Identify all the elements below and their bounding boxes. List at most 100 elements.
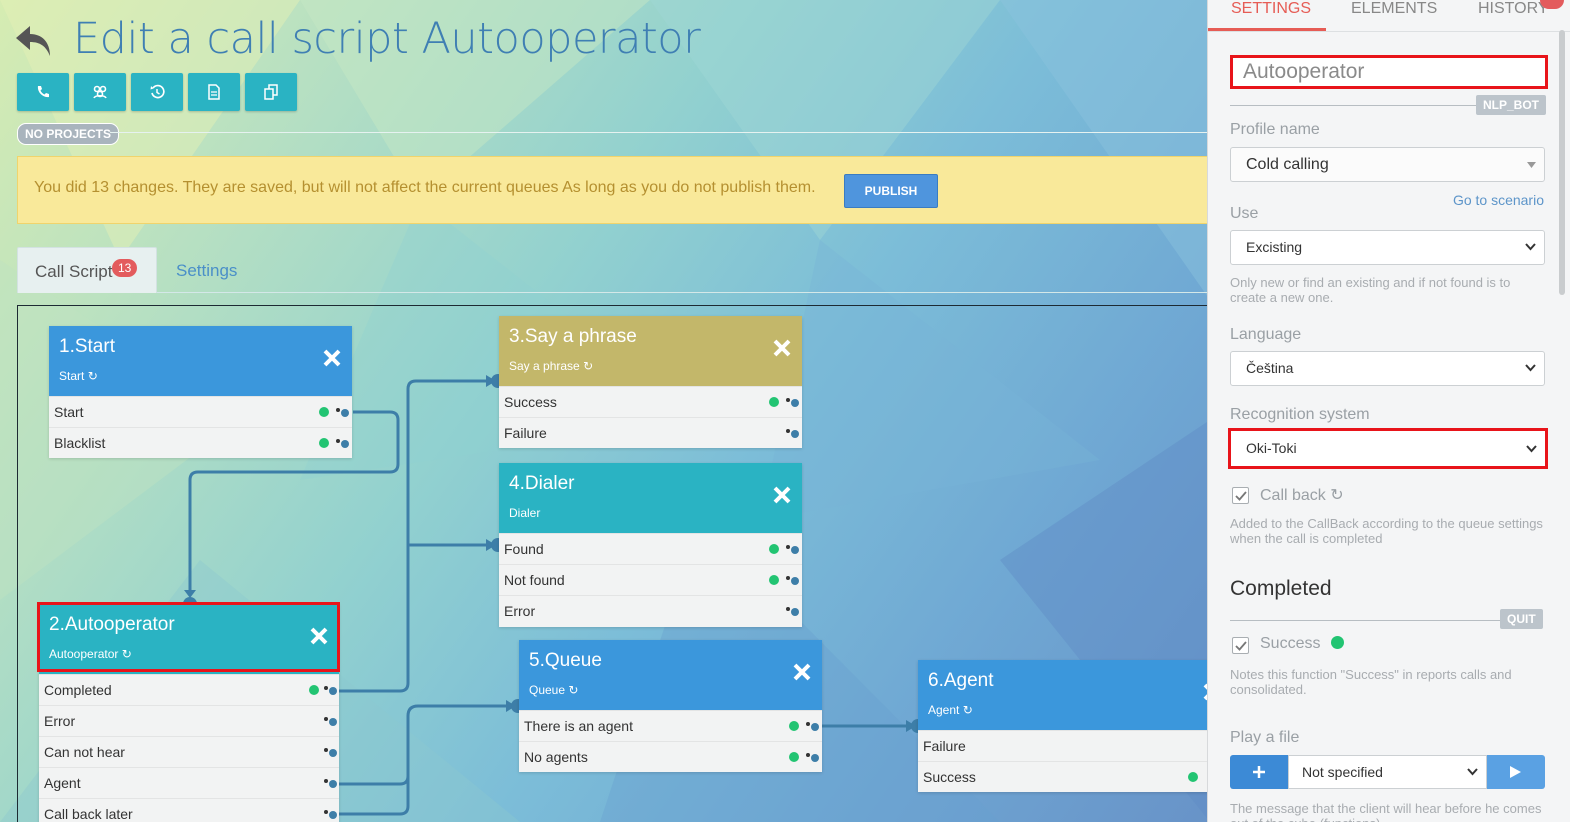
panel-tab-history[interactable]: HISTORY	[1478, 0, 1549, 18]
chevron-down-icon	[1525, 243, 1536, 251]
use-help-text: Only new or find an existing and if not …	[1230, 275, 1511, 305]
node-autooperator-row: Completed	[39, 674, 339, 705]
row-label: No agents	[524, 749, 588, 765]
status-dot	[769, 397, 779, 407]
node-autooperator-row: Error	[39, 705, 339, 736]
profile-select[interactable]: Cold calling	[1230, 147, 1545, 182]
connector-completed-to-say	[336, 379, 488, 693]
node-queue-row: No agents	[519, 741, 822, 772]
play-file-button[interactable]	[1487, 755, 1545, 789]
go-to-scenario-link[interactable]: Go to scenario	[1453, 192, 1544, 208]
callback-checkbox[interactable]	[1232, 487, 1249, 504]
node-say-phrase-header: 3.Say a phrase Say a phrase ↻	[499, 316, 802, 386]
status-dot	[769, 544, 779, 554]
link-icon[interactable]	[323, 747, 337, 757]
link-icon[interactable]	[323, 809, 337, 819]
row-label: Error	[44, 713, 76, 729]
add-file-button[interactable]	[1230, 755, 1288, 789]
link-icon[interactable]	[805, 721, 819, 731]
completed-divider	[1230, 620, 1505, 621]
project-badge[interactable]: NO PROJECTS	[17, 123, 120, 145]
status-dot	[1330, 636, 1344, 649]
node-agent-row: Failure	[918, 730, 1210, 761]
close-icon[interactable]	[792, 662, 812, 682]
checkmark-icon	[1235, 491, 1247, 501]
panel-tab-settings[interactable]: SETTINGS	[1231, 0, 1311, 18]
callback-label-text: Call back	[1260, 487, 1326, 504]
node-say-phrase-row: Success	[499, 386, 802, 417]
unpublished-alert: You did 13 changes. They are saved, but …	[17, 156, 1210, 224]
status-dot	[769, 575, 779, 585]
refresh-icon: ↻	[583, 359, 594, 373]
group-icon	[93, 85, 107, 99]
node-say-phrase-row: Failure	[499, 417, 802, 448]
panel-scrollbar[interactable]	[1559, 30, 1565, 295]
node-queue[interactable]: 5.Queue Queue ↻ There is an agent No age…	[519, 640, 822, 772]
node-dialer[interactable]: 4.Dialer Dialer Found Not found Error	[499, 463, 802, 627]
link-icon[interactable]	[785, 575, 799, 585]
recognition-value: Oki-Toki	[1246, 440, 1297, 456]
refresh-icon: ↻	[1330, 487, 1344, 504]
close-icon[interactable]	[772, 338, 792, 358]
publish-button[interactable]: PUBLISH	[844, 174, 938, 208]
play-file-select[interactable]: Not specified	[1288, 755, 1487, 789]
history-icon	[150, 84, 165, 99]
plus-icon	[1253, 766, 1265, 778]
success-checkbox[interactable]	[1232, 637, 1249, 654]
tab-call-script[interactable]: Call Script 13	[17, 247, 157, 293]
group-button[interactable]	[74, 73, 126, 111]
play-icon	[1510, 766, 1521, 778]
panel-tab-underline	[1208, 28, 1326, 31]
row-label: Success	[504, 394, 557, 410]
link-icon[interactable]	[323, 778, 337, 788]
link-icon[interactable]	[335, 407, 349, 417]
use-select[interactable]: Excisting	[1230, 230, 1545, 265]
copy-button[interactable]	[245, 73, 297, 111]
node-start-header: 1.Start Start ↻	[49, 326, 352, 396]
refresh-icon: ↻	[568, 683, 579, 697]
tab-call-script-label: Call Script	[35, 262, 113, 281]
close-icon[interactable]	[772, 485, 792, 505]
connector-callback-to-queue	[336, 704, 508, 816]
link-icon[interactable]	[323, 716, 337, 726]
changes-count-badge: 13	[112, 259, 138, 277]
call-button[interactable]	[17, 73, 69, 111]
refresh-icon: ↻	[87, 369, 98, 383]
panel-tabs: SETTINGS ELEMENTS HISTORY	[1208, 0, 1570, 32]
node-start[interactable]: 1.Start Start ↻ Start Blacklist	[49, 326, 352, 458]
node-start-title: 1.Start	[59, 336, 115, 357]
link-icon[interactable]	[785, 544, 799, 554]
node-start-subtitle-text: Start	[59, 369, 85, 383]
link-icon[interactable]	[335, 438, 349, 448]
link-icon[interactable]	[805, 752, 819, 762]
chevron-down-icon	[1467, 768, 1478, 776]
checkmark-icon	[1235, 641, 1247, 651]
recognition-select[interactable]: Oki-Toki	[1228, 428, 1548, 469]
tab-settings[interactable]: Settings	[176, 261, 237, 281]
document-button[interactable]	[188, 73, 240, 111]
link-icon[interactable]	[323, 685, 337, 695]
node-agent-title: 6.Agent	[928, 670, 994, 691]
language-select[interactable]: Čeština	[1230, 351, 1545, 386]
history-button[interactable]	[131, 73, 183, 111]
row-label: Agent	[44, 775, 81, 791]
node-say-phrase[interactable]: 3.Say a phrase Say a phrase ↻ Success Fa…	[499, 316, 802, 448]
node-agent-subtitle-text: Agent	[928, 703, 960, 717]
node-dialer-row: Found	[499, 533, 802, 564]
node-queue-subtitle-text: Queue	[529, 683, 566, 697]
node-agent[interactable]: 6.Agent Agent ↻ Failure Success	[918, 660, 1210, 792]
status-dot	[309, 685, 319, 695]
row-label: Start	[54, 404, 84, 420]
script-canvas[interactable]: 1.Start Start ↻ Start Blacklist 2.Autoop…	[17, 305, 1210, 822]
link-icon[interactable]	[785, 397, 799, 407]
back-arrow-icon[interactable]	[14, 22, 54, 60]
row-label: There is an agent	[524, 718, 633, 734]
node-dialer-title: 4.Dialer	[509, 473, 575, 494]
close-icon[interactable]	[322, 348, 342, 368]
link-icon[interactable]	[785, 428, 799, 438]
link-icon[interactable]	[785, 606, 799, 616]
status-dot	[319, 438, 329, 448]
panel-tab-elements[interactable]: ELEMENTS	[1351, 0, 1437, 18]
node-say-phrase-subtitle-text: Say a phrase	[509, 359, 580, 373]
script-name-input[interactable]: Autooperator	[1230, 55, 1548, 89]
